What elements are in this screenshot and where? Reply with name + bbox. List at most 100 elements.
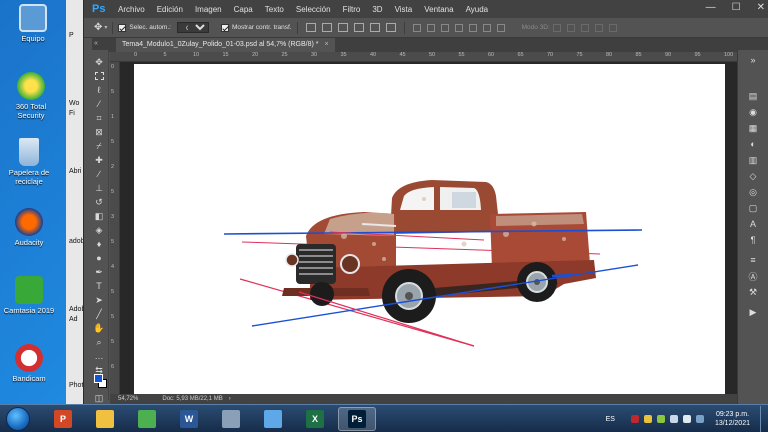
desktop-icon-360[interactable]: 360 Total Security [2,72,60,120]
paint-bucket-tool-icon[interactable]: ◈ [93,224,105,236]
distribute-right-icon[interactable] [482,23,491,32]
layers-panel-icon[interactable]: ◇ [747,170,759,182]
align-middle-icon[interactable] [321,23,332,32]
menu-ventana[interactable]: Ventana [418,5,459,14]
menu-texto[interactable]: Texto [259,5,290,14]
taskbar-app-chrome[interactable] [128,407,166,431]
history-panel-icon[interactable]: ▤ [747,90,759,102]
distribute-left-icon[interactable] [454,23,463,32]
align-left-icon[interactable] [353,23,364,32]
start-button-icon[interactable] [6,407,30,431]
pen-tool-icon[interactable]: ✒ [93,266,105,278]
menu-edicion[interactable]: Edición [151,5,189,14]
properties-panel-icon[interactable]: ≡ [747,254,759,266]
magic-wand-tool-icon[interactable]: ⁄ [93,98,105,110]
eraser-tool-icon[interactable]: ◧ [93,210,105,222]
status-arrow-icon[interactable]: › [229,396,231,402]
move-tool-icon[interactable]: ✥ [93,56,105,68]
quick-mask-icon[interactable]: ◫ [93,392,105,404]
menu-filtro[interactable]: Filtro [337,5,367,14]
distribute-middle-icon[interactable] [426,23,435,32]
desktop-icon-recycle-bin[interactable]: Papelera de reciclaje [0,138,58,186]
collapse-icon[interactable]: « [94,40,98,47]
type-tool-icon[interactable]: T [93,280,105,292]
language-indicator[interactable]: ES [606,416,615,423]
crop-tool-icon[interactable]: ⌗ [93,112,105,124]
dodge-tool-icon[interactable]: ● [93,252,105,264]
minimize-button[interactable]: — [706,2,716,13]
zoom-tool-icon[interactable]: ⌕ [93,336,105,348]
more-tools-icon[interactable]: … [93,350,105,362]
align-bottom-icon[interactable] [337,23,348,32]
play-action-icon[interactable]: ▶ [747,306,759,318]
paragraph-panel-icon[interactable]: ¶ [747,234,759,246]
paths-panel-icon[interactable]: ▢ [747,202,759,214]
menu-ayuda[interactable]: Ayuda [460,5,495,14]
auto-select-checkbox[interactable] [118,23,127,32]
swatches-panel-icon[interactable]: ▦ [747,122,759,134]
network-tray-icon[interactable] [656,415,665,423]
frame-tool-icon[interactable]: ⊠ [93,126,105,138]
history-brush-tool-icon[interactable]: ↺ [93,196,105,208]
taskbar-app-notas[interactable] [254,407,292,431]
taskbar-app-explorador[interactable] [86,407,124,431]
desktop-icon-equipo[interactable]: Equipo [4,4,62,43]
move-tool-icon[interactable]: ✥ [94,22,102,33]
channels-panel-icon[interactable]: ◎ [747,186,759,198]
character-panel-icon[interactable]: A [747,218,759,230]
flag-tray-icon[interactable] [643,415,652,423]
menu-seleccion[interactable]: Selección [290,5,337,14]
line-tool-icon[interactable]: ╱ [93,308,105,320]
auto-select-dropdown[interactable]: Capa [176,22,209,33]
libraries-panel-icon[interactable]: ▥ [747,154,759,166]
taskbar-app-excel[interactable]: X [296,407,334,431]
collapse-panels-icon[interactable]: » [747,54,759,66]
brush-tool-icon[interactable]: ∕ [93,168,105,180]
clone-stamp-tool-icon[interactable]: ⊥ [93,182,105,194]
desktop-icon-bandicam[interactable]: Bandicam [0,344,58,383]
auto-align-icon[interactable] [496,23,505,32]
menu-vista[interactable]: Vista [389,5,419,14]
volume-tray-icon[interactable] [682,415,691,423]
distribute-top-icon[interactable] [412,23,421,32]
show-desktop-button[interactable] [760,406,768,432]
hand-tool-icon[interactable]: ✋ [93,322,105,334]
path-selection-tool-icon[interactable]: ➤ [93,294,105,306]
menu-archivo[interactable]: Archivo [112,5,151,14]
marquee-tool-icon[interactable] [93,70,105,82]
background-window[interactable]: P Wo Fi Abri adob Adob Ad Phot [66,0,85,404]
styles-panel-icon[interactable]: ⚒ [747,286,759,298]
align-right-icon[interactable] [385,23,396,32]
battery-tray-icon[interactable] [695,415,704,423]
blur-tool-icon[interactable]: ♦ [93,238,105,250]
glyphs-panel-icon[interactable]: Ⓐ [747,270,759,282]
align-center-icon[interactable] [369,23,380,32]
taskbar-app-powerpoint[interactable]: P [44,407,82,431]
menu-3d[interactable]: 3D [366,5,388,14]
signal-tray-icon[interactable] [669,415,678,423]
foreground-color-swatch[interactable] [94,374,103,383]
lasso-tool-icon[interactable]: ℓ [93,84,105,96]
taskbar-app-calculadora[interactable] [212,407,250,431]
desktop-icon-camtasia[interactable]: Camtasia 2019 [0,276,58,315]
document-canvas[interactable] [134,64,725,395]
close-button[interactable]: ✕ [757,2,765,13]
show-transform-checkbox[interactable] [220,23,229,32]
eyedropper-tool-icon[interactable]: ⌿ [93,140,105,152]
document-tab[interactable]: Tema4_Modulo1_0Zulay_Polido_01-03.psd al… [116,38,335,52]
healing-brush-tool-icon[interactable]: ✚ [93,154,105,166]
menu-imagen[interactable]: Imagen [189,5,228,14]
taskbar-app-word[interactable]: W [170,407,208,431]
desktop-icon-audacity[interactable]: Audacity [0,208,58,247]
dropdown-arrow-icon[interactable]: ▾ [104,24,107,31]
distribute-bottom-icon[interactable] [440,23,449,32]
close-tab-icon[interactable]: × [325,41,329,48]
adjustments-panel-icon[interactable]: ◐ [747,138,759,150]
menu-capa[interactable]: Capa [228,5,259,14]
taskbar-app-photoshop[interactable]: Ps [338,407,376,431]
distribute-center-icon[interactable] [468,23,477,32]
pasteboard[interactable] [120,62,738,395]
antivirus-tray-icon[interactable] [630,415,639,423]
maximize-button[interactable]: ☐ [732,2,741,13]
color-panel-icon[interactable]: ◉ [747,106,759,118]
